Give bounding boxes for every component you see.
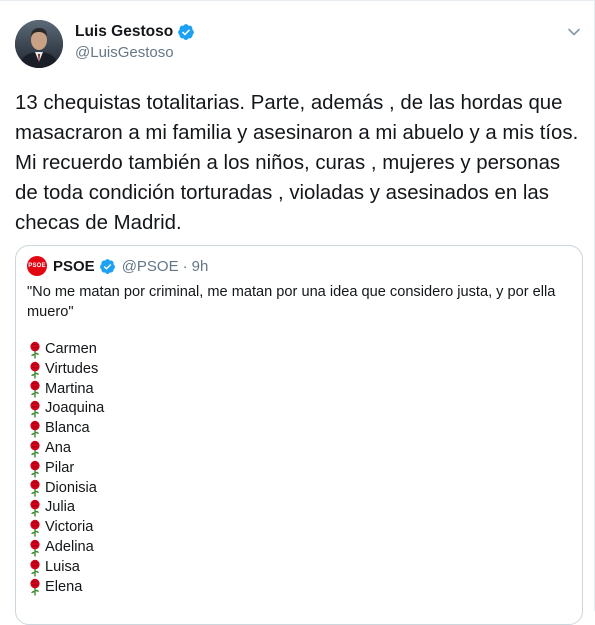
list-item-name: Victoria [45, 519, 94, 536]
names-list: Carmen Virtudes Martina Joaquina Blanca [27, 340, 104, 597]
author-display-name[interactable]: Luis Gestoso [75, 23, 173, 41]
author-name-row[interactable]: Luis Gestoso [75, 23, 195, 41]
verified-badge-icon [178, 24, 195, 40]
rose-icon [30, 361, 40, 379]
list-item: Elena [27, 578, 104, 598]
list-item-name: Julia [45, 499, 76, 516]
quoted-avatar: PSOE [27, 256, 47, 276]
rose-icon [30, 401, 40, 418]
tweet: Luis Gestoso @LuisGestoso 13 chequistas … [0, 0, 595, 625]
list-item-name: Elena [45, 578, 83, 595]
list-item: Joaquina [27, 399, 104, 419]
avatar[interactable] [15, 20, 63, 68]
quoted-timestamp[interactable]: 9h [192, 258, 209, 275]
rose-icon [30, 341, 40, 359]
list-item: Pilar [27, 459, 104, 479]
list-item-name: Carmen [45, 341, 97, 357]
quoted-handle[interactable]: @PSOE [122, 258, 179, 275]
list-item-name: Martina [45, 380, 94, 397]
list-item-name: Joaquina [45, 400, 105, 417]
rose-icon [30, 579, 40, 597]
list-item-name: Dionisia [45, 479, 97, 496]
list-item: Adelina [27, 538, 104, 558]
chevron-down-icon[interactable] [567, 25, 581, 39]
tweet-text: 13 chequistas totalitarias. Parte, ademá… [15, 92, 584, 234]
quoted-tweet-header: PSOE PSOE @PSOE · 9h [27, 256, 208, 276]
author-handle[interactable]: @LuisGestoso [75, 44, 174, 61]
quoted-display-name[interactable]: PSOE [53, 258, 95, 275]
list-item-name: Blanca [45, 420, 90, 437]
list-item: Luisa [27, 558, 104, 578]
list-item: Ana [27, 439, 104, 459]
quoted-tweet-card[interactable]: PSOE PSOE @PSOE · 9h "No me matan por cr… [15, 245, 583, 625]
rose-icon [30, 500, 40, 517]
separator-dot: · [182, 257, 188, 275]
rose-icon [30, 381, 40, 399]
list-item-name: Virtudes [45, 360, 99, 377]
rose-icon [30, 519, 40, 537]
list-item-name: Pilar [45, 459, 75, 476]
verified-badge-icon [99, 258, 115, 274]
list-item-name: Adelina [45, 538, 94, 555]
rose-icon [30, 440, 40, 458]
rose-icon [30, 480, 40, 498]
rose-icon [30, 539, 40, 557]
list-item: Virtudes [27, 360, 104, 380]
rose-icon [30, 559, 40, 577]
avatar-photo [15, 20, 63, 68]
list-item: Blanca [27, 419, 104, 439]
list-item-name: Luisa [45, 558, 80, 575]
list-item: Carmen [27, 340, 104, 360]
list-item: Julia [27, 498, 104, 518]
list-item-name: Ana [45, 439, 71, 456]
rose-icon [30, 460, 40, 478]
list-item: Martina [27, 380, 104, 400]
list-item: Dionisia [27, 479, 104, 499]
list-item: Victoria [27, 518, 104, 538]
quoted-tweet-text: "No me matan por criminal, me matan por … [27, 284, 556, 320]
rose-icon [30, 420, 40, 438]
quoted-avatar-text: PSOE [28, 263, 46, 269]
